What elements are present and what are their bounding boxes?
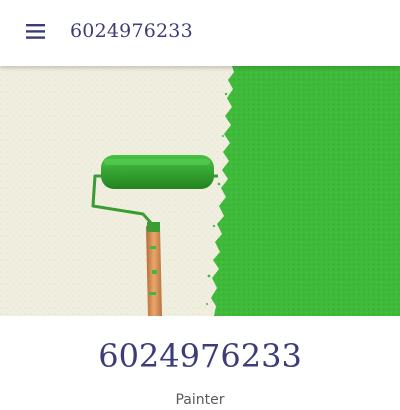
- site-header: 6024976233: [0, 0, 400, 66]
- menu-button[interactable]: [20, 16, 52, 48]
- hero-image: [0, 66, 400, 316]
- business-name: 6024976233: [98, 337, 302, 375]
- hamburger-menu-icon: [26, 24, 45, 39]
- business-category: Painter: [175, 392, 225, 408]
- paint-roller-image: [0, 66, 400, 316]
- site-title[interactable]: 6024976233: [70, 17, 193, 45]
